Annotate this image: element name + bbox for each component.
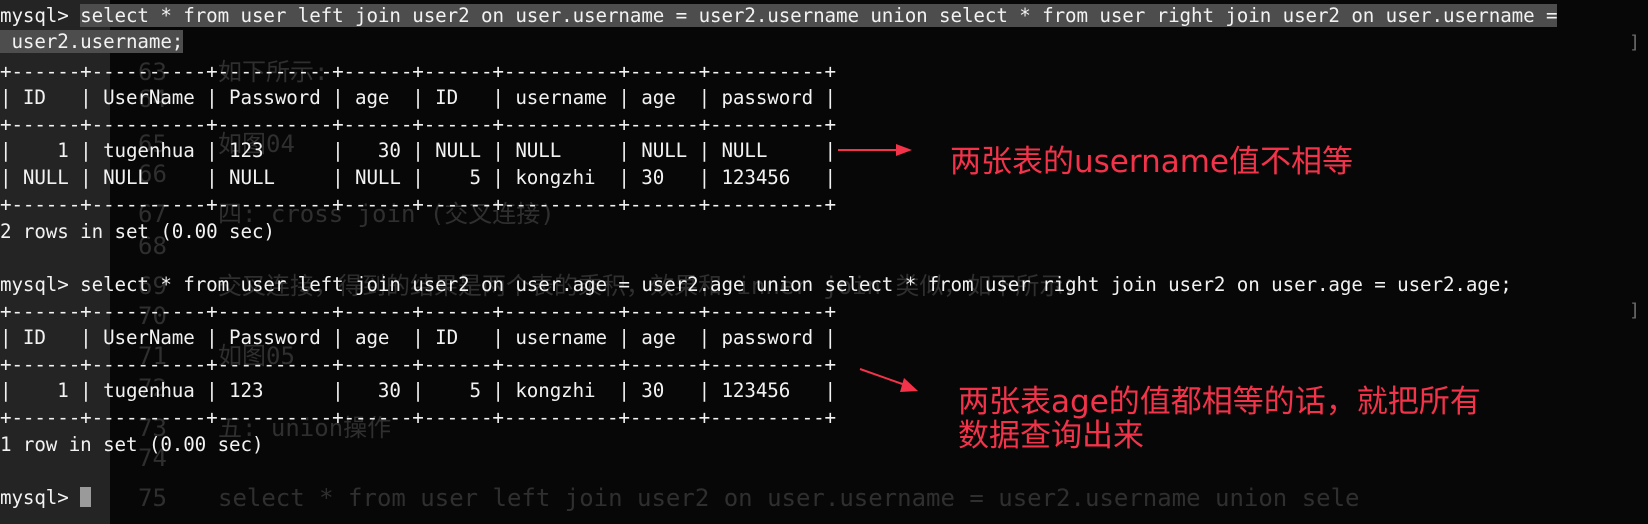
annotation-age-equal-line2: 数据查询出来 [958,418,1144,454]
mysql-prompt: mysql> [0,4,81,27]
arrow-right-icon [838,144,912,156]
query-line-continued: user2.username; [0,28,183,55]
input-line[interactable]: mysql> [0,484,92,511]
text-cursor [80,487,92,507]
result-status: 1 row in set (0.00 sec) [0,433,264,456]
result-status: 2 rows in set (0.00 sec) [0,220,275,243]
line-marker-icon: ] [1629,300,1640,321]
table-border: +------+----------+----------+------+---… [0,300,836,323]
table-border: +------+----------+----------+------+---… [0,193,836,216]
table-row: | NULL | NULL | NULL | NULL | 5 | kongzh… [0,166,836,189]
table-border: +------+----------+----------+------+---… [0,113,836,136]
annotation-username-not-equal: 两张表的username值不相等 [950,144,1353,180]
selected-query-continued[interactable]: user2.username; [0,30,183,53]
mysql-prompt: mysql> [0,486,81,509]
arrow-down-right-icon [859,368,918,392]
table-row: | 1 | tugenhua | 123 | 30 | 5 | kongzhi … [0,379,836,402]
table-row: | 1 | tugenhua | 123 | 30 | NULL | NULL … [0,139,836,162]
query-line: mysql> select * from user left join user… [0,2,1558,29]
selected-query[interactable]: select * from user left join user2 on us… [80,4,1558,27]
table-header: | ID | UserName | Password | age | ID | … [0,326,836,349]
query-line: mysql> select * from user left join user… [0,271,1512,298]
table-border: +------+----------+----------+------+---… [0,406,836,429]
table-border: +------+----------+----------+------+---… [0,60,836,83]
query-text: select * from user left join user2 on us… [80,273,1512,296]
mysql-prompt: mysql> [0,273,81,296]
table-border: +------+----------+----------+------+---… [0,353,836,376]
annotation-age-equal-line1: 两张表age的值都相等的话，就把所有 [958,384,1481,420]
line-marker-icon: ] [1629,32,1640,53]
table-header: | ID | UserName | Password | age | ID | … [0,86,836,109]
